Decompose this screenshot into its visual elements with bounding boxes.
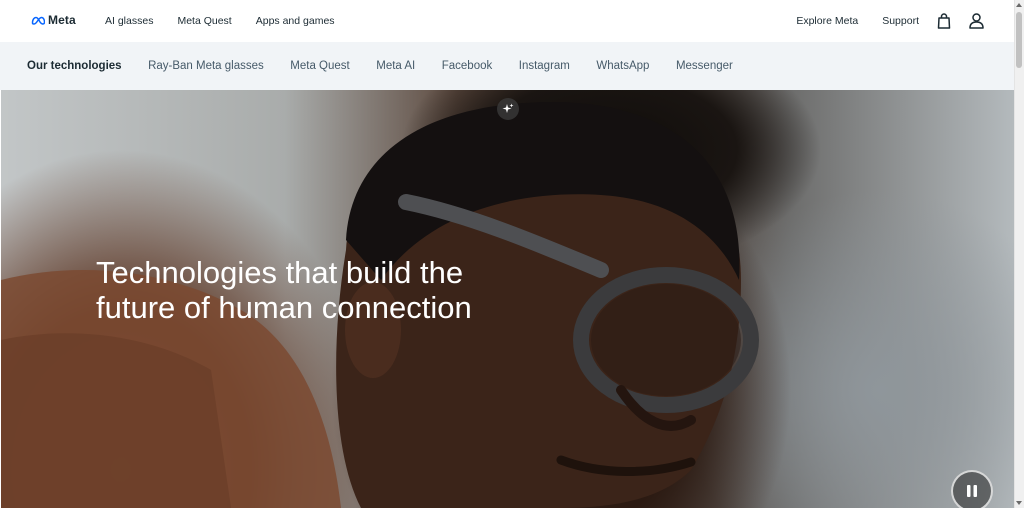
video-pause-button[interactable] — [951, 470, 993, 508]
nav-ai-glasses[interactable]: AI glasses — [105, 15, 153, 27]
top-navigation: Meta AI glasses Meta Quest Apps and game… — [0, 0, 1016, 42]
brand-name: Meta — [48, 13, 76, 27]
subnav-meta-quest[interactable]: Meta Quest — [290, 60, 349, 72]
meta-logo[interactable]: Meta — [31, 13, 76, 27]
subnav-whatsapp[interactable]: WhatsApp — [596, 60, 649, 72]
nav-explore-meta[interactable]: Explore Meta — [796, 15, 858, 27]
scrollbar-thumb[interactable] — [1016, 12, 1022, 68]
hero-video: Technologies that build the future of hu… — [1, 90, 1014, 508]
scroll-up-arrow-icon[interactable] — [1016, 3, 1022, 7]
account-icon — [969, 13, 984, 29]
nav-meta-quest[interactable]: Meta Quest — [177, 15, 231, 27]
page-scrollbar[interactable] — [1014, 0, 1024, 508]
scroll-down-arrow-icon[interactable] — [1016, 501, 1022, 505]
shopping-bag-icon — [937, 13, 951, 29]
technologies-subnav: Our technologies Ray-Ban Meta glasses Me… — [0, 42, 1016, 90]
ai-sparkle-button[interactable] — [497, 98, 519, 120]
meta-infinity-icon — [31, 16, 45, 25]
subnav-messenger[interactable]: Messenger — [676, 60, 733, 72]
sparkle-icon — [502, 103, 514, 113]
nav-apps-and-games[interactable]: Apps and games — [256, 15, 335, 27]
pause-icon — [967, 485, 977, 497]
shopping-bag-button[interactable] — [937, 13, 951, 29]
subnav-instagram[interactable]: Instagram — [519, 60, 570, 72]
account-button[interactable] — [969, 13, 984, 29]
hero-heading: Technologies that build the future of hu… — [96, 255, 472, 325]
subnav-meta-ai[interactable]: Meta AI — [376, 60, 415, 72]
nav-support[interactable]: Support — [882, 15, 919, 27]
subnav-facebook[interactable]: Facebook — [442, 60, 493, 72]
subnav-ray-ban-meta-glasses[interactable]: Ray-Ban Meta glasses — [148, 60, 264, 72]
subnav-our-technologies[interactable]: Our technologies — [27, 60, 122, 72]
